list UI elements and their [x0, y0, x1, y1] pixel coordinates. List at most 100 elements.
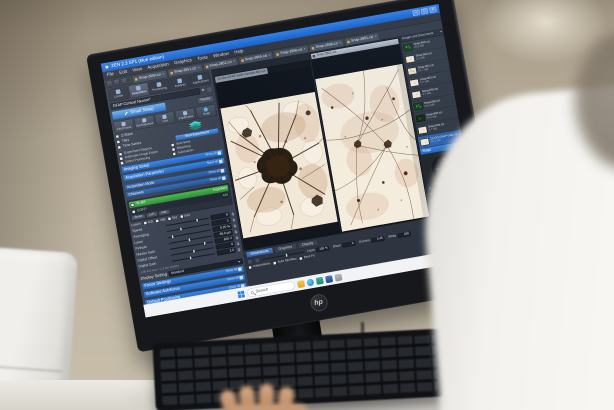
show-all-toggle[interactable]: Show all: [207, 159, 223, 165]
toggle-icon: [220, 168, 225, 173]
toggle-icon: [239, 275, 244, 280]
image-size: 29.5 MB: [413, 44, 425, 49]
checkbox[interactable]: [272, 261, 277, 266]
workspace-tab-label: Applications: [192, 79, 210, 85]
close-button[interactable]: ×: [428, 6, 437, 13]
close-tab-icon[interactable]: ×: [233, 60, 236, 64]
toggle-icon: [218, 159, 223, 164]
channel-button[interactable]: LUT: [145, 211, 159, 218]
show-all-toggle[interactable]: Show all: [227, 275, 244, 282]
checkbox[interactable]: [171, 151, 177, 156]
action-label: Continuous: [178, 114, 194, 121]
close-tab-icon[interactable]: ×: [339, 41, 342, 45]
wall-shadow: [0, 0, 90, 280]
checkbox[interactable]: [167, 216, 172, 221]
save-icon[interactable]: [120, 77, 128, 85]
taskbar-app-icon[interactable]: [296, 279, 306, 288]
new-file-icon[interactable]: [105, 79, 113, 87]
toggle-label: Best Fit: [303, 253, 315, 260]
image-viewer-area: 13-Oct-GFAP-DAB-Cortical-40x.czi Snap-28…: [211, 36, 438, 287]
spinner[interactable]: [236, 241, 240, 246]
windows-start-icon[interactable]: [237, 290, 245, 299]
image-thumbnail: [417, 125, 428, 135]
channel-detail: 488: [222, 192, 229, 198]
slider-knob[interactable]: [203, 241, 207, 246]
collapse-icon[interactable]: ▾: [440, 30, 442, 34]
channel-button[interactable]: Ref.: [158, 209, 171, 216]
image-size: 29.5 MB: [426, 115, 437, 120]
show-all-toggle[interactable]: Show all: [226, 267, 242, 273]
spinner[interactable]: [234, 229, 238, 234]
checkbox[interactable]: [143, 221, 148, 226]
reuse-button[interactable]: Reuse: [196, 94, 215, 105]
chevron-down-icon: [237, 260, 241, 263]
spinner[interactable]: [235, 235, 239, 240]
workspace-tab-label: Acquisition: [131, 90, 147, 96]
toggle-icon: [221, 175, 226, 180]
close-tab-icon[interactable]: ×: [162, 72, 165, 76]
instrument-box-seam: [0, 365, 62, 373]
checkbox[interactable]: [298, 256, 303, 261]
spinner[interactable]: [231, 212, 235, 216]
close-tab-icon[interactable]: ×: [374, 35, 377, 39]
laser-wavelength: 488: [159, 217, 166, 223]
close-tab-icon[interactable]: ×: [268, 54, 271, 58]
channel-checkbox[interactable]: [130, 202, 135, 207]
checkbox[interactable]: [115, 134, 120, 139]
minimize-button[interactable]: –: [412, 9, 421, 16]
spinner[interactable]: [233, 223, 237, 228]
channel-name: EGFP: [137, 207, 148, 213]
slider-knob[interactable]: [171, 234, 175, 239]
menu-item[interactable]: File: [106, 71, 114, 77]
channel-button[interactable]: Smart: [131, 213, 146, 221]
image-size: 17.7 MB: [418, 67, 429, 73]
checkbox[interactable]: [116, 139, 121, 144]
slider-knob[interactable]: [195, 218, 199, 223]
image-size: 4.7 MB: [422, 91, 432, 97]
laser-wavelength: 561: [171, 215, 178, 220]
display-toggle[interactable]: Best Fit: [298, 253, 315, 261]
image-thumbnail: [405, 54, 416, 64]
image-size: 4.7 MB: [415, 56, 425, 61]
taskbar-app-icon[interactable]: [306, 278, 315, 287]
menu-item[interactable]: Edit: [119, 69, 128, 75]
spinner[interactable]: [232, 217, 236, 222]
image-thumbnail: [415, 113, 426, 123]
channel-checkbox[interactable]: [131, 209, 136, 214]
spinner[interactable]: [237, 247, 241, 252]
favorite-star-icon[interactable]: ★: [201, 87, 205, 93]
taskbar-app-icon[interactable]: [325, 274, 334, 283]
modified-icon: [347, 40, 350, 44]
slider-knob[interactable]: [187, 237, 192, 243]
checkbox[interactable]: [117, 145, 122, 150]
checkbox[interactable]: [179, 214, 184, 219]
show-all-toggle[interactable]: Show all: [205, 150, 222, 157]
show-all-toggle[interactable]: Show all: [210, 175, 226, 182]
hp-logo: hp: [308, 292, 329, 313]
modified-icon: [311, 46, 315, 50]
field-label: White: [387, 233, 397, 239]
maximize-button[interactable]: □: [420, 7, 429, 15]
checkbox[interactable]: [120, 161, 125, 166]
zoom-in-icon[interactable]: [254, 257, 261, 264]
menu-item[interactable]: Help: [234, 48, 244, 55]
modified-icon: [205, 65, 209, 69]
slider-knob[interactable]: [192, 249, 196, 254]
channel-name: TL-BF: [135, 200, 146, 206]
open-file-icon[interactable]: [113, 78, 121, 86]
image-thumbnail: [413, 102, 424, 111]
taskbar-app-icon[interactable]: [315, 276, 324, 285]
slider-knob[interactable]: [188, 255, 193, 261]
close-tab-icon[interactable]: ×: [197, 66, 200, 70]
modified-icon: [276, 52, 280, 56]
slider-knob[interactable]: [179, 227, 183, 232]
checkbox[interactable]: [248, 265, 253, 270]
experiment-options-icon[interactable]: [205, 85, 213, 93]
taskbar-app-icon[interactable]: [334, 273, 343, 282]
show-all-toggle[interactable]: Show all: [208, 168, 225, 175]
slider-knob[interactable]: [285, 253, 289, 258]
checkbox[interactable]: [155, 218, 160, 223]
zoom-out-icon[interactable]: [246, 258, 253, 265]
close-tab-icon[interactable]: ×: [304, 47, 307, 51]
field-label: Gamma: [358, 238, 371, 244]
